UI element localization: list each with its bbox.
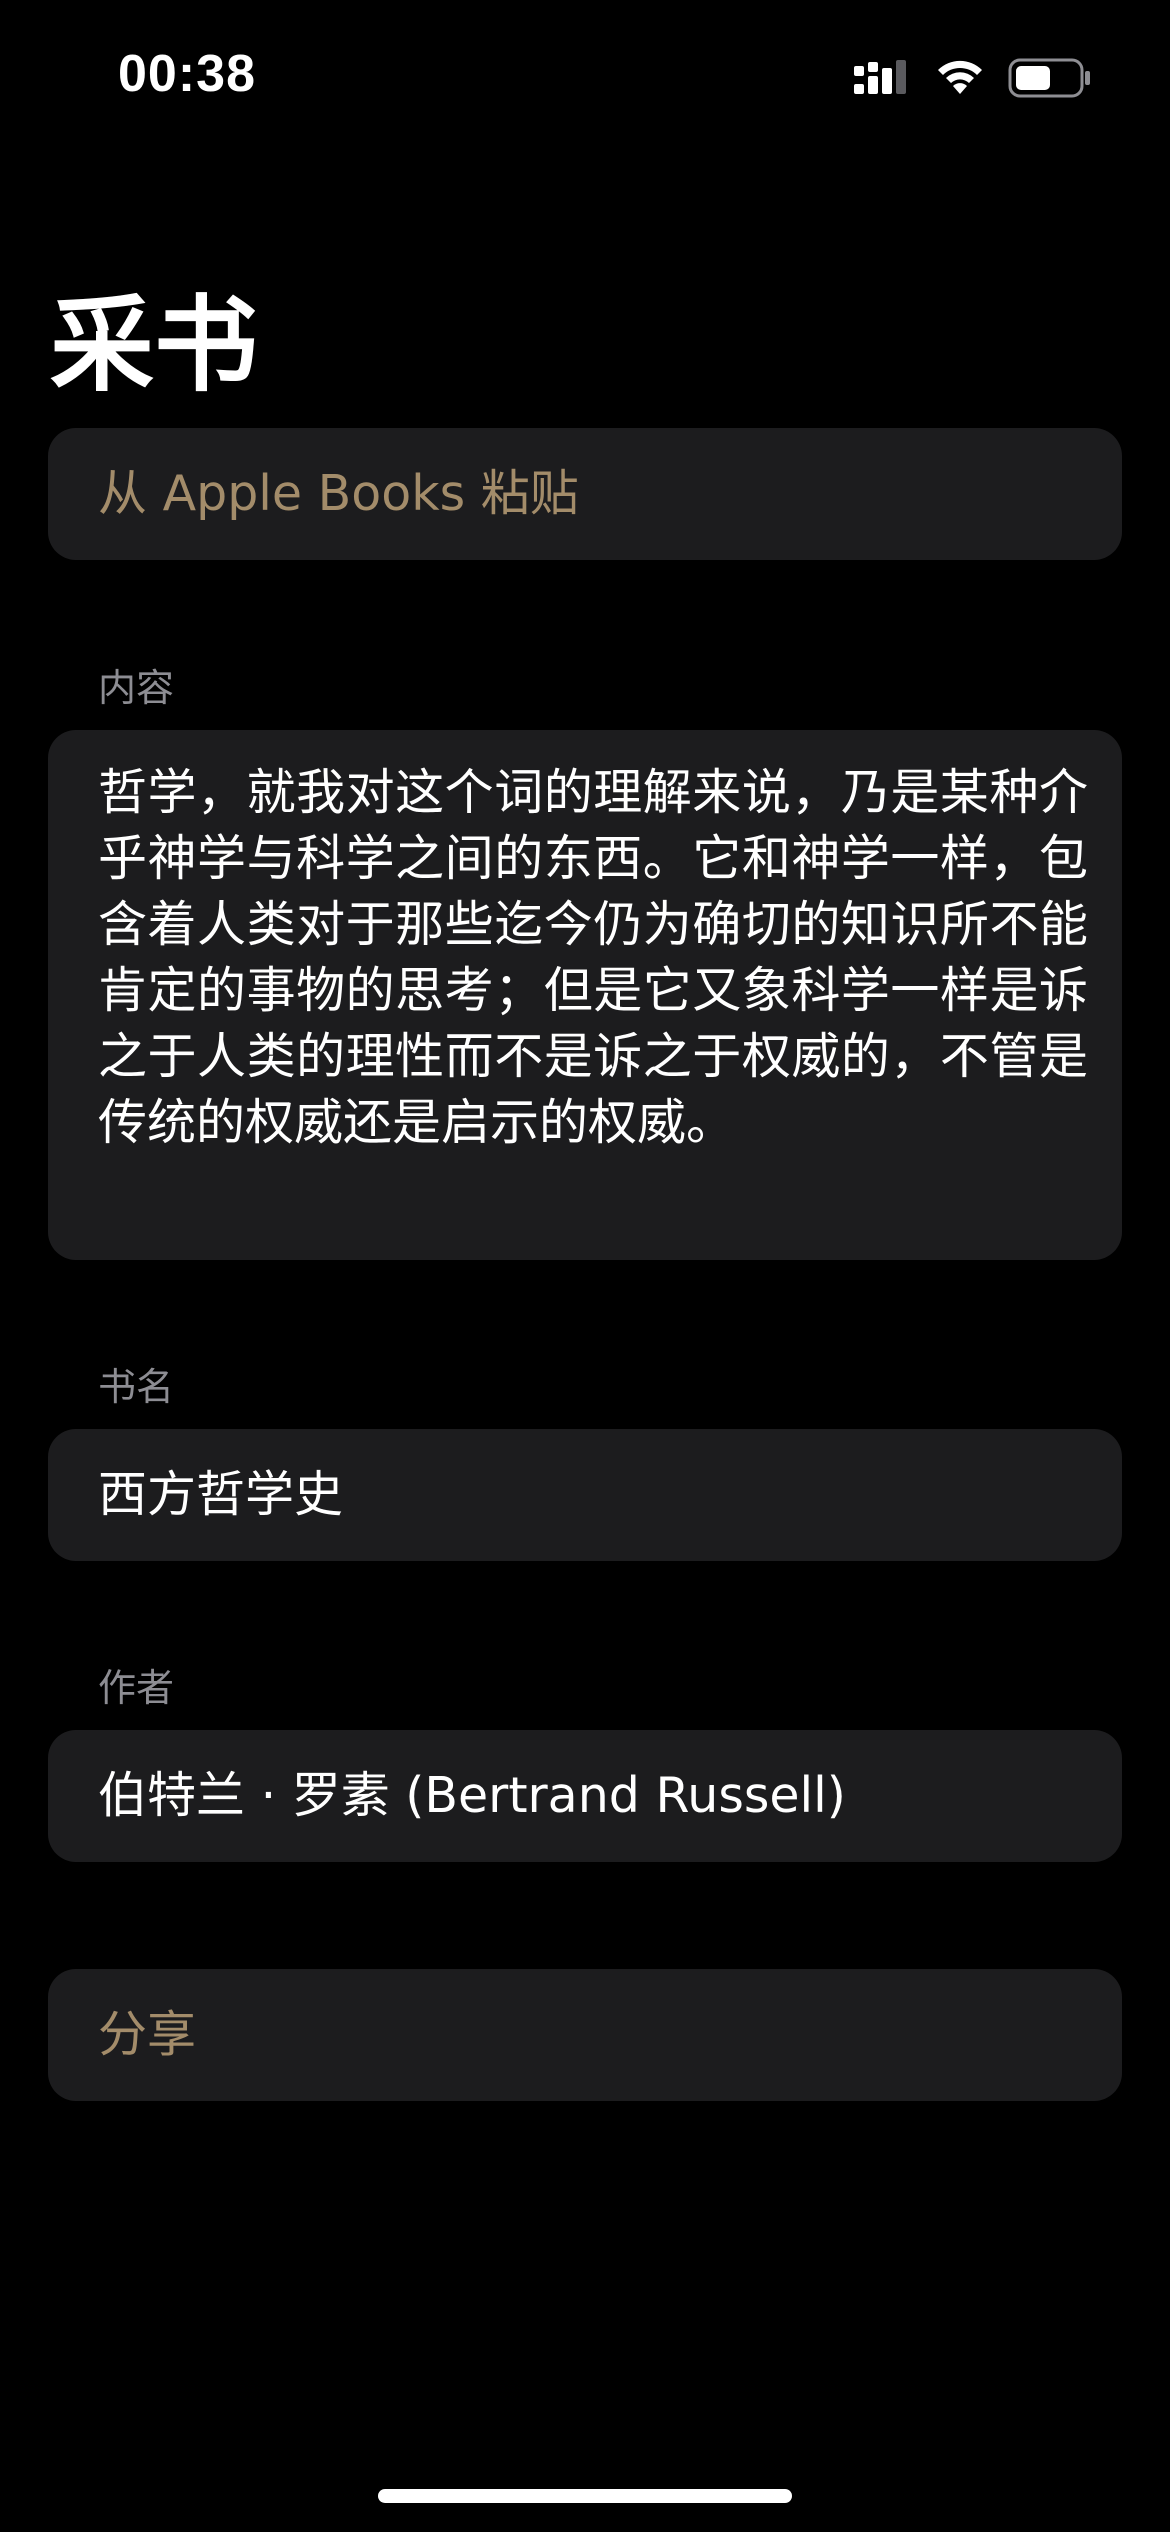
author-section-label: 作者 <box>98 1666 175 1710</box>
status-bar: 00:38 <box>0 0 1170 150</box>
paste-button-label: 从 Apple Books 粘贴 <box>98 465 579 522</box>
share-button[interactable]: 分享 <box>48 1969 1122 2101</box>
page-title: 采书 <box>50 284 259 406</box>
paste-from-apple-books-button[interactable]: 从 Apple Books 粘贴 <box>48 428 1122 560</box>
battery-icon <box>1008 58 1090 98</box>
wifi-icon <box>938 60 982 94</box>
book-title-section-label: 书名 <box>98 1365 175 1409</box>
book-title-value: 西方哲学史 <box>98 1466 344 1523</box>
content-text: 哲学，就我对这个词的理解来说，乃是某种介乎神学与科学之间的东西。它和神学一样，包… <box>98 764 1088 1151</box>
home-indicator[interactable] <box>378 2489 792 2503</box>
share-button-label: 分享 <box>98 2006 197 2063</box>
content-section-label: 内容 <box>98 666 175 710</box>
author-value: 伯特兰 · 罗素 (Bertrand Russell) <box>98 1767 846 1824</box>
status-time: 00:38 <box>118 45 256 103</box>
author-field[interactable]: 伯特兰 · 罗素 (Bertrand Russell) <box>48 1730 1122 1862</box>
book-title-field[interactable]: 西方哲学史 <box>48 1429 1122 1561</box>
signal-icon <box>854 60 906 94</box>
content-text-area[interactable]: 哲学，就我对这个词的理解来说，乃是某种介乎神学与科学之间的东西。它和神学一样，包… <box>48 730 1122 1260</box>
